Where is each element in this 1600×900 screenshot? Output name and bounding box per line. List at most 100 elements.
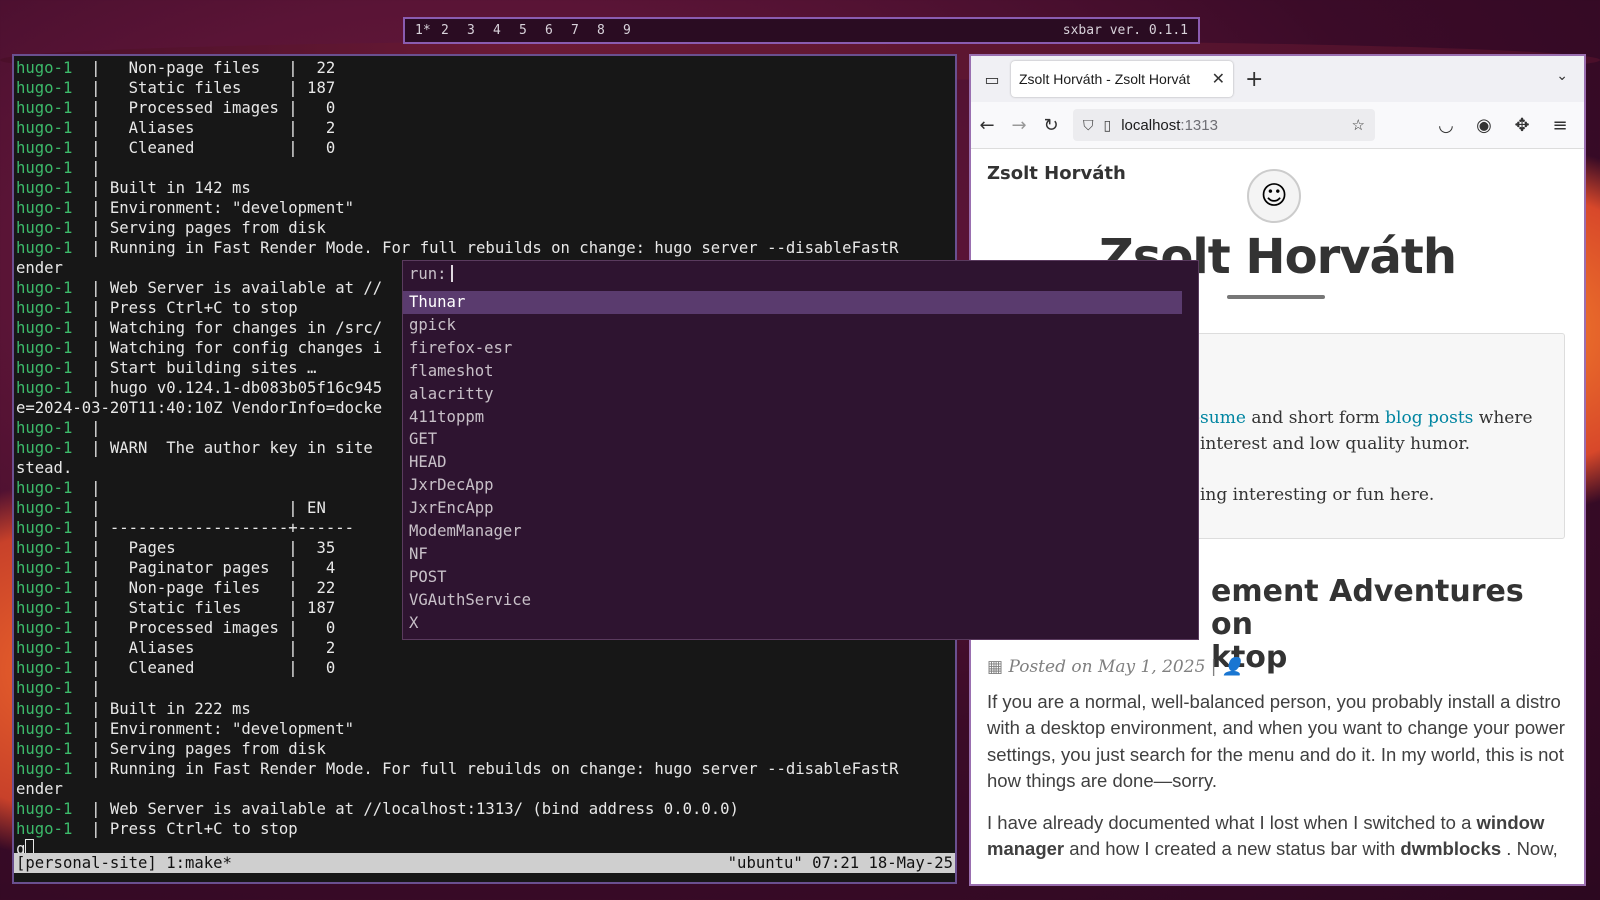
url-bar[interactable]: ⛉ ▯ localhost:1313 ☆ — [1073, 109, 1375, 141]
container-prefix: hugo-1 — [16, 559, 73, 578]
para-text: . Now, — [1501, 838, 1558, 860]
sxbar: 1* 2 3 4 5 6 7 8 9 sxbar ver. 0.1.1 — [403, 17, 1200, 44]
site-brand-link[interactable]: Zsolt Horváth — [987, 163, 1126, 184]
nav-bar: ← → ↻ ⛉ ▯ localhost:1313 ☆ ◡ ◉ ✥ ≡ — [971, 102, 1584, 149]
launcher-item[interactable]: gpick — [403, 314, 1182, 337]
launcher-item[interactable]: ModemManager — [403, 520, 1182, 543]
post-date: Posted on May 1, 2025 — [1008, 657, 1206, 677]
shield-icon[interactable]: ⛉ — [1083, 117, 1094, 134]
post-body: If you are a normal, well-balanced perso… — [987, 689, 1567, 879]
para-text: and how I created a new status bar with — [1064, 838, 1401, 860]
reload-icon[interactable]: ↻ — [1035, 115, 1067, 136]
container-prefix: hugo-1 — [16, 379, 73, 398]
container-prefix: hugo-1 — [16, 219, 73, 238]
tab-bar: ▭ Zsolt Horváth - Zsolt Horvát ✕ + ⌄ — [971, 56, 1584, 102]
container-prefix: hugo-1 — [16, 279, 73, 298]
log-text: e=2024-03-20T11:40:10Z VendorInfo=docke — [16, 399, 383, 418]
close-icon[interactable]: ✕ — [1212, 69, 1225, 89]
hamburger-menu-icon[interactable]: ≡ — [1544, 115, 1576, 136]
avatar: ☺ — [1247, 169, 1301, 223]
launcher-item[interactable]: 411toppm — [403, 406, 1182, 429]
tmux-session: [personal-site] 1:make* — [16, 854, 232, 872]
container-prefix: hugo-1 — [16, 419, 73, 438]
launcher-item[interactable]: X — [403, 612, 1182, 635]
workspace-3[interactable]: 3 — [467, 23, 493, 38]
terminal-line: hugo-1 | Running in Fast Render Mode. Fo… — [16, 759, 955, 779]
log-text: | Environment: "development" — [72, 719, 354, 738]
terminal-line: hugo-1 | Static files | 187 — [16, 78, 955, 98]
run-launcher[interactable]: run: Thunar gpick firefox-esr flameshot alac… — [402, 260, 1199, 640]
post-paragraph-1: If you are a normal, well-balanced perso… — [987, 691, 1565, 791]
star-icon[interactable]: ☆ — [1352, 116, 1365, 134]
log-text: stead. — [16, 459, 73, 478]
container-prefix: hugo-1 — [16, 319, 73, 338]
log-text: | Pages | 35 — [72, 539, 336, 558]
log-text: | Press Ctrl+C to stop — [72, 819, 298, 838]
pocket-icon[interactable]: ◡ — [1430, 115, 1462, 136]
launcher-item[interactable]: HEAD — [403, 451, 1182, 474]
container-prefix: hugo-1 — [16, 499, 73, 518]
log-text: | Static files | 187 — [72, 599, 336, 618]
launcher-item[interactable]: alacritty — [403, 383, 1182, 406]
log-text: | Static files | 187 — [72, 79, 336, 98]
workspace-8[interactable]: 8 — [597, 23, 623, 38]
workspace-1[interactable]: 1* — [415, 23, 441, 38]
tabs-icon[interactable]: ▭ — [981, 68, 1003, 90]
plus-icon[interactable]: + — [1245, 67, 1263, 92]
container-prefix: hugo-1 — [16, 679, 73, 698]
terminal-line: hugo-1 | Serving pages from disk — [16, 739, 955, 759]
workspace-2[interactable]: 2 — [441, 23, 467, 38]
workspace-4[interactable]: 4 — [493, 23, 519, 38]
terminal-line: hugo-1 | Running in Fast Render Mode. Fo… — [16, 238, 955, 258]
launcher-list: Thunar gpick firefox-esr flameshot alacritty… — [403, 291, 1198, 635]
launcher-item[interactable]: JxrEncApp — [403, 497, 1182, 520]
log-text: | Built in 142 ms — [72, 179, 251, 198]
terminal-line: hugo-1 | Built in 142 ms — [16, 178, 955, 198]
launcher-prompt[interactable]: run: — [409, 265, 453, 283]
chevron-down-icon[interactable]: ⌄ — [1556, 68, 1568, 84]
container-prefix: hugo-1 — [16, 139, 73, 158]
back-arrow-icon[interactable]: ← — [971, 115, 1003, 136]
terminal-line: hugo-1 | Processed images | 0 — [16, 98, 955, 118]
terminal-line: hugo-1 | — [16, 158, 955, 178]
container-prefix: hugo-1 — [16, 539, 73, 558]
container-prefix: hugo-1 — [16, 739, 73, 758]
terminal-line: hugo-1 | — [16, 678, 955, 698]
launcher-item[interactable]: Thunar — [403, 291, 1182, 314]
container-prefix: hugo-1 — [16, 119, 73, 138]
page-icon: ▯ — [1103, 116, 1112, 133]
workspace-5[interactable]: 5 — [519, 23, 545, 38]
workspace-6[interactable]: 6 — [545, 23, 571, 38]
container-prefix: hugo-1 — [16, 699, 73, 718]
forward-arrow-icon[interactable]: → — [1003, 115, 1035, 136]
launcher-item[interactable]: flameshot — [403, 360, 1182, 383]
tmux-clock: "ubuntu" 07:21 18-May-25 — [727, 854, 953, 872]
log-text: | Web Server is available at // — [72, 279, 383, 298]
tab-title: Zsolt Horváth - Zsolt Horvát — [1019, 71, 1191, 87]
launcher-item[interactable]: firefox-esr — [403, 337, 1182, 360]
extensions-icon[interactable]: ✥ — [1506, 115, 1538, 136]
terminal-line: hugo-1 | Aliases | 2 — [16, 638, 955, 658]
container-prefix: hugo-1 — [16, 659, 73, 678]
intro-line-3: ing interesting or fun here. — [1200, 485, 1435, 505]
log-text: | Cleaned | 0 — [72, 139, 336, 158]
workspace-7[interactable]: 7 — [571, 23, 597, 38]
blog-posts-link[interactable]: blog posts — [1385, 408, 1473, 428]
container-prefix: hugo-1 — [16, 299, 73, 318]
container-prefix: hugo-1 — [16, 99, 73, 118]
launcher-item[interactable]: JxrDecApp — [403, 474, 1182, 497]
tab-active[interactable]: Zsolt Horváth - Zsolt Horvát ✕ — [1011, 61, 1233, 97]
terminal-line: hugo-1 | Environment: "development" — [16, 719, 955, 739]
account-icon[interactable]: ◉ — [1468, 115, 1500, 136]
workspace-9[interactable]: 9 — [623, 23, 649, 38]
post-paragraph-2: I have already documented what I lost wh… — [987, 810, 1567, 863]
launcher-item[interactable]: GET — [403, 428, 1182, 451]
log-text: | Watching for config changes i — [72, 339, 383, 358]
launcher-item[interactable]: POST — [403, 566, 1182, 589]
launcher-item[interactable]: NF — [403, 543, 1182, 566]
container-prefix: hugo-1 — [16, 159, 73, 178]
text-cursor — [450, 265, 453, 282]
log-text: | WARN The author key in site — [72, 439, 373, 458]
launcher-item[interactable]: VGAuthService — [403, 589, 1182, 612]
log-text: | Press Ctrl+C to stop — [72, 299, 298, 318]
